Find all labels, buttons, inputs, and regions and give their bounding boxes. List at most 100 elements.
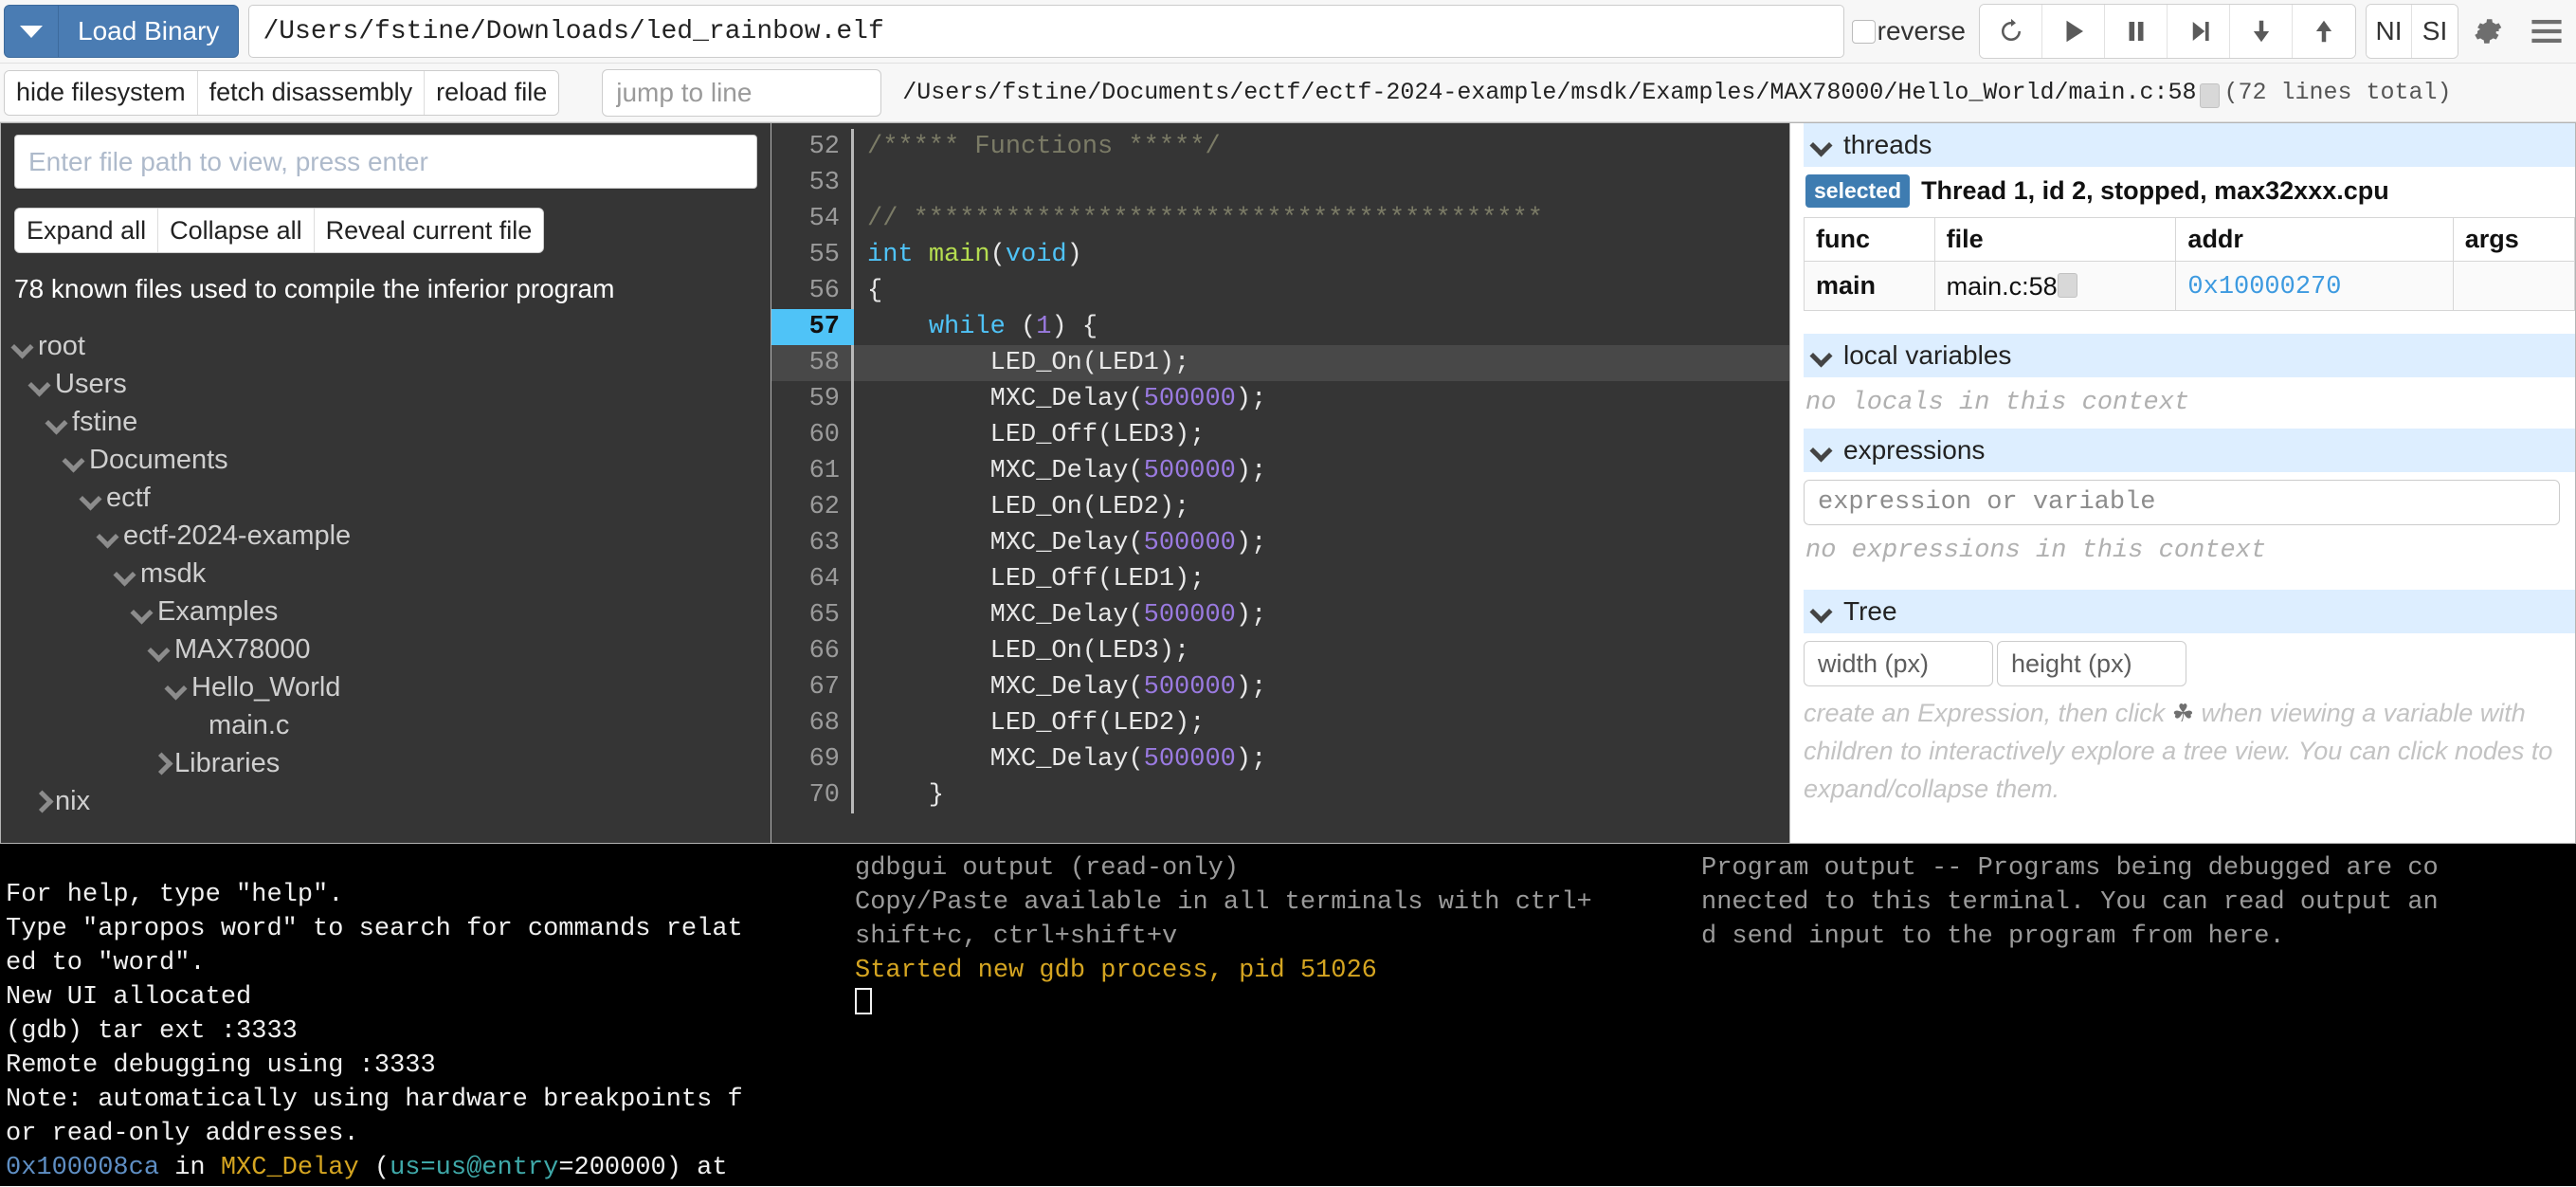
settings-button[interactable] — [2458, 5, 2517, 58]
line-number[interactable]: 58 — [771, 345, 854, 381]
file-tree-label: nix — [55, 782, 90, 820]
continue-button[interactable] — [2042, 5, 2105, 58]
terminal-line: Type "apropos word" to search for comman… — [6, 912, 844, 946]
chevron-down-icon — [31, 374, 52, 394]
file-tree-folder[interactable]: ectf — [14, 479, 757, 517]
code-token: int — [867, 241, 929, 269]
pause-button[interactable] — [2105, 5, 2168, 58]
file-tree-folder[interactable]: ectf-2024-example — [14, 517, 757, 555]
terminal-cursor — [855, 988, 872, 1014]
restart-button[interactable] — [1980, 5, 2042, 58]
gdb-terminal[interactable]: For help, type "help".Type "apropos word… — [0, 844, 849, 1186]
threads-column-header: addr — [2176, 218, 2453, 262]
line-number[interactable]: 59 — [771, 381, 854, 417]
fetch-disassembly-button[interactable]: fetch disassembly — [198, 71, 426, 115]
line-number[interactable]: 67 — [771, 669, 854, 705]
tree-height-input[interactable] — [1997, 641, 2186, 686]
program-output-terminal[interactable]: Program output -- Programs being debugge… — [1696, 844, 2576, 1186]
code-line: /***** Functions *****/ — [854, 129, 1789, 165]
copy-icon[interactable] — [2058, 273, 2077, 298]
line-number[interactable]: 62 — [771, 489, 854, 525]
step-into-button[interactable] — [2230, 5, 2293, 58]
code-line: LED_Off(LED2); — [854, 705, 1789, 741]
next-instruction-button[interactable]: NI — [2367, 5, 2412, 58]
line-number[interactable]: 54 — [771, 201, 854, 237]
terminal-text: us=us@entry — [390, 1154, 558, 1182]
code-line: LED_Off(LED1); — [854, 561, 1789, 597]
load-binary-button[interactable]: Load Binary — [59, 5, 239, 58]
gdbgui-output-terminal[interactable]: gdbgui output (read-only)Copy/Paste avai… — [849, 844, 1696, 1186]
expression-input[interactable] — [1804, 480, 2560, 525]
file-tree-folder[interactable]: Libraries — [14, 744, 757, 782]
step-over-icon — [2185, 17, 2213, 46]
selected-badge: selected — [1805, 174, 1910, 208]
line-number[interactable]: 57 — [771, 309, 854, 345]
line-number[interactable]: 64 — [771, 561, 854, 597]
thread-file-cell: main.c:58 — [1947, 272, 2058, 301]
menu-button[interactable] — [2517, 5, 2576, 58]
reveal-current-file-button[interactable]: Reveal current file — [315, 209, 544, 252]
code-token: MXC_Delay( — [867, 457, 1144, 485]
source-code-area[interactable]: /***** Functions *****/// **************… — [854, 123, 1789, 843]
line-number[interactable]: 52 — [771, 129, 854, 165]
line-number[interactable]: 55 — [771, 237, 854, 273]
line-number[interactable]: 68 — [771, 705, 854, 741]
file-tree-folder[interactable]: Users — [14, 365, 757, 403]
code-line: MXC_Delay(500000); — [854, 669, 1789, 705]
terminal-line: New UI allocated — [6, 980, 844, 1014]
file-tree-folder[interactable]: MAX78000 — [14, 630, 757, 668]
collapse-all-button[interactable]: Collapse all — [158, 209, 315, 252]
terminal-line: Remote debugging using :3333 — [6, 1049, 844, 1083]
expressions-section-header[interactable]: expressions — [1804, 429, 2575, 472]
code-token: 500000 — [1144, 457, 1236, 485]
thread-summary-row[interactable]: selected Thread 1, id 2, stopped, max32x… — [1804, 167, 2575, 215]
code-token: 500000 — [1144, 601, 1236, 630]
file-tree-folder[interactable]: Hello_World — [14, 668, 757, 706]
line-number[interactable]: 61 — [771, 453, 854, 489]
table-row[interactable]: mainmain.c:580x10000270 — [1805, 262, 2575, 311]
reload-file-button[interactable]: reload file — [425, 71, 558, 115]
terminal-text: gdbgui output (read-only) — [855, 854, 1239, 883]
hide-filesystem-button[interactable]: hide filesystem — [5, 71, 198, 115]
line-number[interactable]: 66 — [771, 633, 854, 669]
filesystem-path-input[interactable] — [14, 135, 757, 189]
tree-width-input[interactable] — [1804, 641, 1993, 686]
thread-address-link[interactable]: 0x10000270 — [2187, 273, 2341, 301]
locals-section-header[interactable]: local variables — [1804, 334, 2575, 377]
line-number[interactable]: 53 — [771, 165, 854, 201]
code-token: 500000 — [1144, 745, 1236, 774]
code-token — [867, 313, 929, 341]
chevron-down-icon — [1813, 136, 1832, 155]
step-instruction-button[interactable]: SI — [2412, 5, 2458, 58]
file-tree-folder[interactable]: nix — [14, 782, 757, 820]
line-number[interactable]: 60 — [771, 417, 854, 453]
load-binary-dropdown-button[interactable] — [4, 5, 59, 58]
binary-path-input[interactable] — [248, 5, 1843, 58]
file-tree-folder[interactable]: root — [14, 327, 757, 365]
line-number[interactable]: 56 — [771, 273, 854, 309]
step-out-button[interactable] — [2293, 5, 2355, 58]
threads-section-header[interactable]: threads — [1804, 123, 2575, 167]
file-tree-folder[interactable]: msdk — [14, 555, 757, 593]
jump-to-line-input[interactable] — [602, 69, 881, 117]
code-token: } — [867, 781, 944, 810]
file-tree-folder[interactable]: fstine — [14, 403, 757, 441]
file-tree-file[interactable]: main.c — [14, 706, 757, 744]
secondary-toolbar: hide filesystem fetch disassembly reload… — [0, 64, 2576, 122]
copy-icon[interactable] — [2200, 83, 2220, 108]
file-tree: rootUsersfstineDocumentsectfectf-2024-ex… — [14, 327, 757, 820]
arrow-down-icon — [2247, 17, 2276, 46]
file-tree-folder[interactable]: Documents — [14, 441, 757, 479]
code-token: MXC_Delay( — [867, 601, 1144, 630]
line-number[interactable]: 63 — [771, 525, 854, 561]
line-number[interactable]: 69 — [771, 741, 854, 777]
instruction-step-group: NI SI — [2366, 4, 2458, 59]
code-line: LED_On(LED3); — [854, 633, 1789, 669]
reverse-checkbox[interactable] — [1852, 20, 1876, 44]
next-button[interactable] — [2168, 5, 2230, 58]
tree-section-header[interactable]: Tree — [1804, 590, 2575, 633]
line-number[interactable]: 70 — [771, 777, 854, 813]
expand-all-button[interactable]: Expand all — [15, 209, 158, 252]
line-number[interactable]: 65 — [771, 597, 854, 633]
file-tree-folder[interactable]: Examples — [14, 593, 757, 630]
